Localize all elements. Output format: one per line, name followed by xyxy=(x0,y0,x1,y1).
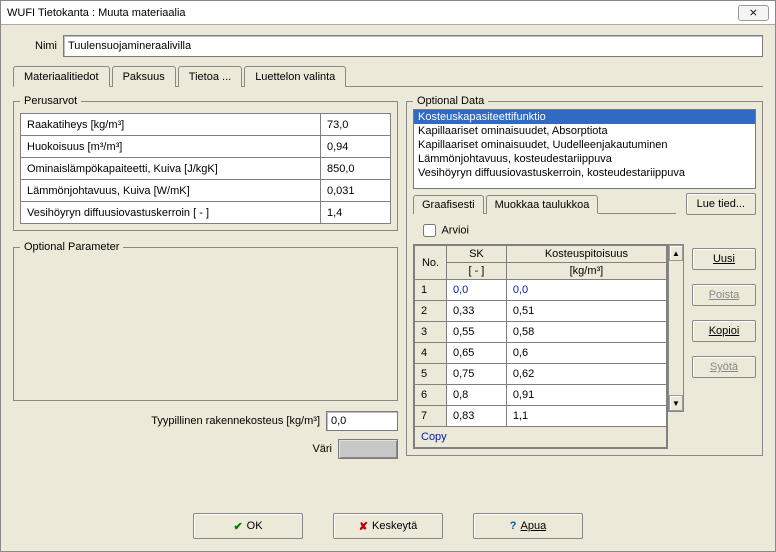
subtab-muokkaa-taulukkoa[interactable]: Muokkaa taulukkoa xyxy=(486,195,599,214)
close-icon: ⨯ xyxy=(749,6,758,19)
table-row: 50,750,62 xyxy=(415,364,667,385)
grid-scrollbar[interactable]: ▲ ▼ xyxy=(668,244,684,412)
close-button[interactable]: ⨯ xyxy=(738,5,769,21)
color-button[interactable] xyxy=(338,439,398,459)
uusi-button[interactable]: Uusi xyxy=(692,248,756,270)
typical-moisture-input[interactable] xyxy=(326,411,398,431)
read-file-button[interactable]: Lue tied... xyxy=(686,193,756,215)
check-icon: ✔ xyxy=(233,520,242,533)
tab-paksuus[interactable]: Paksuus xyxy=(112,66,176,87)
table-row: 20,330,51 xyxy=(415,301,667,322)
cancel-button[interactable]: ✘Keskeytä xyxy=(333,513,443,539)
optional-parameter-legend: Optional Parameter xyxy=(20,241,123,253)
basic-values-legend: Perusarvot xyxy=(20,95,81,107)
col-unit-sk: [ - ] xyxy=(447,263,507,280)
optional-data-listbox[interactable]: Kosteuskapasiteettifunktio Kapillaariset… xyxy=(413,109,756,189)
table-row: Raakatiheys [kg/m³]73,0 xyxy=(21,114,391,136)
col-header-sk: SK xyxy=(447,246,507,263)
table-row: 40,650,6 xyxy=(415,343,667,364)
x-icon: ✘ xyxy=(359,520,368,533)
col-unit-kp: [kg/m³] xyxy=(506,263,666,280)
color-label: Väri xyxy=(312,443,332,455)
name-label: Nimi xyxy=(13,40,63,52)
copy-row: Copy xyxy=(415,427,667,448)
table-row: Lämmönjohtavuus, Kuiva [W/mK]0,031 xyxy=(21,180,391,202)
optional-parameter-group: Optional Parameter xyxy=(13,241,398,401)
table-row: 70,831,1 xyxy=(415,406,667,427)
question-icon: ? xyxy=(510,520,517,532)
list-item[interactable]: Kosteuskapasiteettifunktio xyxy=(414,110,755,124)
subtab-graafisesti[interactable]: Graafisesti xyxy=(413,195,484,214)
window-title: WUFI Tietokanta : Muuta materiaalia xyxy=(7,7,186,19)
titlebar: WUFI Tietokanta : Muuta materiaalia ⨯ xyxy=(1,1,775,25)
tab-luettelon-valinta[interactable]: Luettelon valinta xyxy=(244,66,346,87)
arvioi-label: Arvioi xyxy=(441,224,469,236)
scroll-down-button[interactable]: ▼ xyxy=(669,395,683,411)
arvioi-checkbox[interactable] xyxy=(423,224,436,237)
col-header-no: No. xyxy=(415,246,447,280)
list-item[interactable]: Vesihöyryn diffuusiovastuskerroin, koste… xyxy=(414,166,755,180)
list-item[interactable]: Kapillaariset ominaisuudet, Absorptiota xyxy=(414,124,755,138)
table-row: Huokoisuus [m³/m³]0,94 xyxy=(21,136,391,158)
table-row: Vesihöyryn diffuusiovastuskerroin [ - ]1… xyxy=(21,202,391,224)
table-row: 60,80,91 xyxy=(415,385,667,406)
syota-button[interactable]: Syötä xyxy=(692,356,756,378)
poista-button[interactable]: Poista xyxy=(692,284,756,306)
data-grid[interactable]: No. SK Kosteuspitoisuus [ - ] [kg/m³] 10… xyxy=(413,244,668,449)
name-input[interactable] xyxy=(63,35,763,57)
help-button[interactable]: ?Apua xyxy=(473,513,583,539)
kopioi-button[interactable]: Kopioi xyxy=(692,320,756,342)
dialog-window: WUFI Tietokanta : Muuta materiaalia ⨯ Ni… xyxy=(0,0,776,552)
tab-materiaalitiedot[interactable]: Materiaalitiedot xyxy=(13,66,110,87)
optional-data-legend: Optional Data xyxy=(413,95,488,107)
table-row: 30,550,58 xyxy=(415,322,667,343)
scroll-up-button[interactable]: ▲ xyxy=(669,245,683,261)
table-row: 10,00,0 xyxy=(415,280,667,301)
col-header-kp: Kosteuspitoisuus xyxy=(506,246,666,263)
ok-button[interactable]: ✔OK xyxy=(193,513,303,539)
list-item[interactable]: Lämmönjohtavuus, kosteudestariippuva xyxy=(414,152,755,166)
tab-tietoa[interactable]: Tietoa ... xyxy=(178,66,242,87)
basic-values-group: Perusarvot Raakatiheys [kg/m³]73,0 Huoko… xyxy=(13,95,398,231)
list-item[interactable]: Kapillaariset ominaisuudet, Uudelleenjak… xyxy=(414,138,755,152)
typical-moisture-label: Tyypillinen rakennekosteus [kg/m³] xyxy=(151,415,320,427)
optional-data-group: Optional Data Kosteuskapasiteettifunktio… xyxy=(406,95,763,456)
main-tabs: Materiaalitiedot Paksuus Tietoa ... Luet… xyxy=(13,65,763,87)
basic-values-table: Raakatiheys [kg/m³]73,0 Huokoisuus [m³/m… xyxy=(20,113,391,224)
table-row: Ominaislämpökapaiteetti, Kuiva [J/kgK]85… xyxy=(21,158,391,180)
